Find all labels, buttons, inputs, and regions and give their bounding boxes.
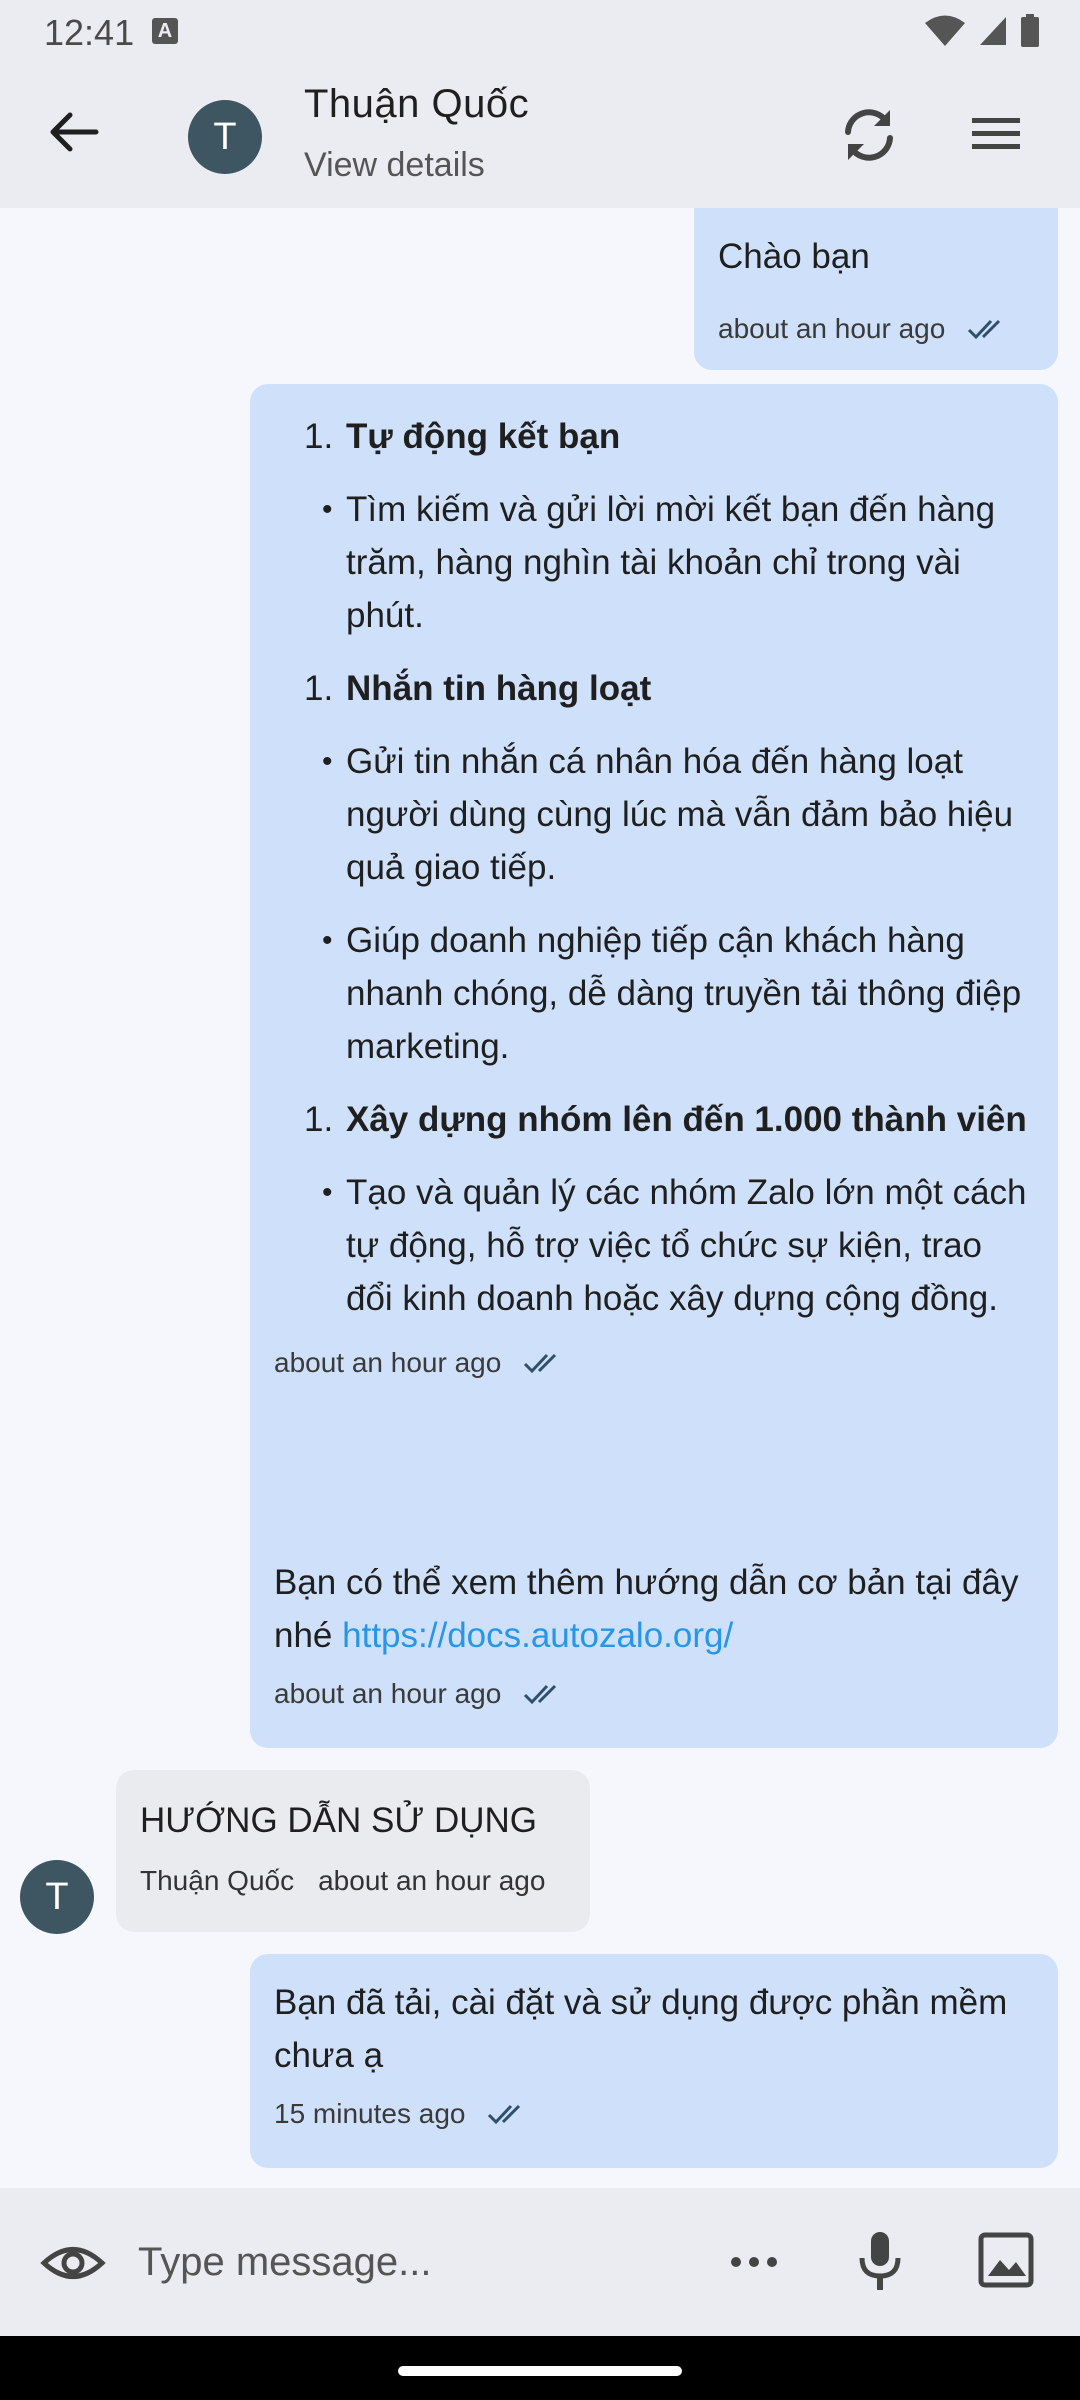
message-time: about an hour ago bbox=[274, 1347, 502, 1378]
microphone-icon bbox=[859, 2232, 901, 2290]
message-composer bbox=[0, 2188, 1080, 2336]
list-marker: • bbox=[322, 1176, 333, 1209]
message-meta: about an hour ago bbox=[274, 1678, 1034, 1710]
more-options-button[interactable] bbox=[726, 2234, 782, 2290]
list-marker: • bbox=[322, 745, 333, 778]
list-heading: Xây dựng nhóm lên đến 1.000 thành viên bbox=[346, 1100, 1027, 1139]
cellular-signal-icon bbox=[980, 17, 1006, 45]
message-text: Chào bạn bbox=[718, 237, 870, 276]
chat-header: T Thuận Quốc View details bbox=[0, 62, 1080, 208]
outgoing-message[interactable]: 1. Tự động kết bạn • Tìm kiếm và gửi lời… bbox=[250, 384, 1058, 1718]
message-text: Bạn đã tải, cài đặt và sử dụng được phần… bbox=[274, 1983, 1008, 2075]
list-item: • Giúp doanh nghiệp tiếp cận khách hàng … bbox=[274, 914, 1034, 1073]
message-meta: about an hour ago bbox=[718, 313, 1034, 345]
list-marker: 1. bbox=[304, 669, 334, 708]
contact-name[interactable]: Thuận Quốc bbox=[304, 82, 529, 127]
voice-record-button[interactable] bbox=[852, 2228, 908, 2294]
system-navigation-bar bbox=[0, 2336, 1080, 2400]
list-item: • Tạo và quản lý các nhóm Zalo lớn một c… bbox=[274, 1166, 1034, 1325]
list-marker: • bbox=[322, 924, 333, 957]
docs-link[interactable]: https://docs.autozalo.org/ bbox=[342, 1616, 733, 1655]
message-meta: about an hour ago bbox=[274, 1347, 1034, 1379]
message-meta: 15 minutes ago bbox=[274, 2098, 1034, 2130]
list-item: • Tìm kiếm và gửi lời mời kết bạn đến hà… bbox=[274, 483, 1034, 642]
home-gesture-handle[interactable] bbox=[398, 2366, 682, 2376]
sync-button[interactable] bbox=[836, 102, 902, 168]
list-item: • Gửi tin nhắn cá nhân hóa đến hàng loạt… bbox=[274, 735, 1034, 894]
view-details-link[interactable]: View details bbox=[304, 146, 485, 185]
list-marker: • bbox=[322, 493, 333, 526]
outgoing-message[interactable]: Bạn đã tải, cài đặt và sử dụng được phần… bbox=[250, 1954, 1058, 2168]
message-text: Bạn có thể xem thêm hướng dẫn cơ bản tại… bbox=[274, 1556, 1034, 1662]
message-time: 15 minutes ago bbox=[274, 2098, 466, 2129]
eye-button[interactable] bbox=[40, 2230, 106, 2296]
battery-icon bbox=[1021, 14, 1039, 47]
eye-icon bbox=[40, 2247, 106, 2279]
message-list[interactable]: Chào bạn about an hour ago 1. Tự động kế… bbox=[0, 208, 1080, 2188]
list-text: Tìm kiếm và gửi lời mời kết bạn đến hàng… bbox=[346, 490, 996, 635]
outgoing-message[interactable]: Chào bạn about an hour ago bbox=[694, 208, 1058, 370]
contact-avatar[interactable]: T bbox=[188, 100, 262, 174]
hamburger-menu-icon bbox=[972, 118, 1020, 149]
double-check-icon bbox=[968, 319, 1001, 340]
system-icons bbox=[924, 14, 1040, 48]
double-check-icon bbox=[524, 1353, 557, 1374]
attach-image-button[interactable] bbox=[976, 2230, 1036, 2290]
menu-button[interactable] bbox=[966, 104, 1026, 164]
message-time: about an hour ago bbox=[274, 1678, 502, 1709]
double-check-icon bbox=[488, 2104, 521, 2125]
list-item: 1. Tự động kết bạn bbox=[274, 410, 1034, 463]
back-button[interactable] bbox=[44, 102, 104, 162]
arrow-left-icon bbox=[50, 112, 99, 152]
message-time: about an hour ago bbox=[718, 313, 946, 344]
list-heading: Nhắn tin hàng loạt bbox=[346, 669, 652, 708]
incoming-message[interactable]: HƯỚNG DẪN SỬ DỤNG Thuận Quốc about an ho… bbox=[116, 1770, 590, 1932]
list-text: Tạo và quản lý các nhóm Zalo lớn một các… bbox=[346, 1173, 1027, 1318]
double-check-icon bbox=[524, 1684, 557, 1705]
status-bar: 12:41 A bbox=[0, 0, 1080, 62]
list-marker: 1. bbox=[304, 1100, 334, 1139]
sender-avatar[interactable]: T bbox=[20, 1860, 94, 1934]
sync-icon bbox=[845, 109, 893, 161]
message-text: HƯỚNG DẪN SỬ DỤNG bbox=[140, 1801, 538, 1840]
sender-name: Thuận Quốc bbox=[140, 1865, 295, 1896]
list-item: 1. Nhắn tin hàng loạt bbox=[274, 662, 1034, 715]
wifi-icon bbox=[925, 15, 965, 46]
list-item: 1. Xây dựng nhóm lên đến 1.000 thành viê… bbox=[274, 1093, 1034, 1146]
notification-badge-icon: A bbox=[152, 18, 178, 44]
more-horizontal-icon bbox=[731, 2257, 777, 2267]
message-time: about an hour ago bbox=[318, 1865, 546, 1896]
list-marker: 1. bbox=[304, 417, 334, 456]
outgoing-message[interactable]: Bạn có thể xem thêm hướng dẫn cơ bản tại… bbox=[250, 1534, 1058, 1748]
status-time: 12:41 bbox=[44, 12, 135, 53]
list-heading: Tự động kết bạn bbox=[346, 417, 621, 456]
image-icon bbox=[978, 2232, 1034, 2288]
list-text: Giúp doanh nghiệp tiếp cận khách hàng nh… bbox=[346, 921, 1022, 1066]
list-text: Gửi tin nhắn cá nhân hóa đến hàng loạt n… bbox=[346, 742, 1014, 887]
message-meta: Thuận Quốc about an hour ago bbox=[140, 1865, 566, 1897]
message-input[interactable] bbox=[138, 2226, 698, 2298]
feature-list: 1. Tự động kết bạn • Tìm kiếm và gửi lời… bbox=[274, 410, 1034, 1325]
